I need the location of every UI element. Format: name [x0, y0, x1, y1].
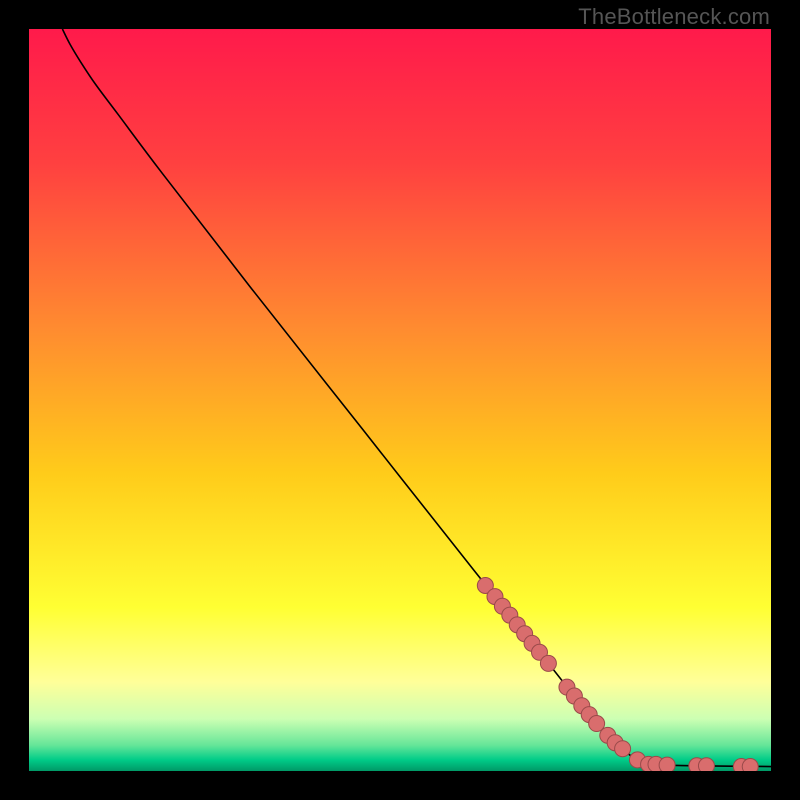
- gradient-background: [29, 29, 771, 771]
- data-marker: [659, 757, 675, 771]
- data-marker: [742, 759, 758, 771]
- data-marker: [698, 758, 714, 771]
- watermark-text: TheBottleneck.com: [578, 4, 770, 30]
- data-marker: [540, 655, 556, 671]
- data-marker: [615, 741, 631, 757]
- chart-svg: [29, 29, 771, 771]
- plot-area: [29, 29, 771, 771]
- chart-frame: TheBottleneck.com: [0, 0, 800, 800]
